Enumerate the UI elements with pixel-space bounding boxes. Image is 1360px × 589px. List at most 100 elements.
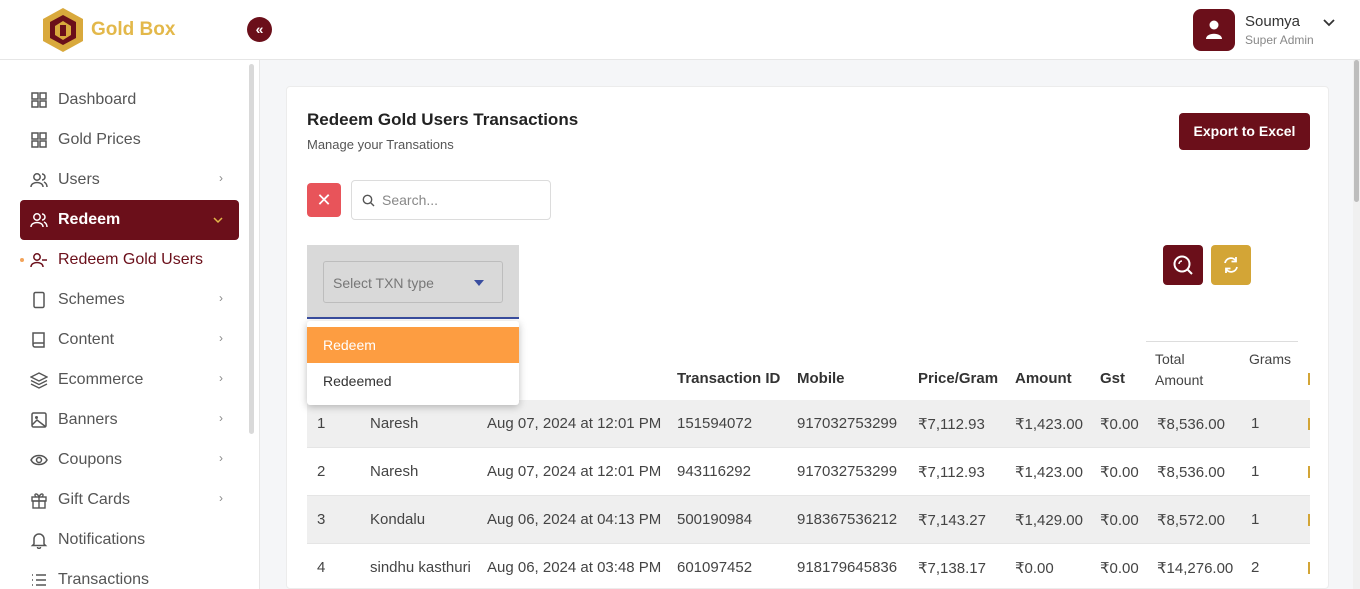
cell-mobile: 917032753299	[797, 463, 898, 480]
sidebar-item-gift-cards[interactable]: Gift Cards ›	[20, 480, 239, 520]
chevron-right-icon: ›	[219, 171, 223, 185]
users-icon	[30, 213, 48, 228]
cell-date: Aug 07, 2024 at 12:01 PM	[487, 463, 662, 480]
gold-box-logo	[43, 8, 83, 52]
sidebar-item-label: Content	[58, 331, 115, 348]
row-action-marker[interactable]	[1308, 418, 1310, 430]
row-action-marker[interactable]	[1308, 514, 1310, 526]
column-edge-marker	[1308, 373, 1310, 385]
col-header-transaction-id: Transaction ID	[677, 370, 781, 387]
cell-transaction-id: 943116292	[677, 463, 751, 480]
gift-icon	[31, 493, 47, 509]
chevron-right-icon: ›	[219, 491, 223, 505]
refresh-button[interactable]	[1211, 245, 1251, 285]
col-header-price-per-gram: Price/Gram	[918, 370, 999, 387]
cell-amount: ₹1,423.00	[1015, 464, 1083, 481]
table-row[interactable]: 1 Naresh Aug 07, 2024 at 12:01 PM 151594…	[307, 400, 1310, 448]
col-header-gst: Gst	[1100, 370, 1126, 387]
cell-total: ₹14,276.00	[1157, 560, 1234, 577]
chevron-right-icon: ›	[219, 331, 223, 345]
sidebar-item-transactions[interactable]: Transactions	[20, 560, 239, 589]
sidebar: Dashboard Gold Prices Users › Redeem Red…	[0, 60, 260, 589]
cell-date: Aug 06, 2024 at 03:48 PM	[487, 559, 662, 576]
cell-name: sindhu kasthuri	[370, 559, 471, 576]
cell-amount: ₹1,429.00	[1015, 512, 1083, 529]
sidebar-item-gold-prices[interactable]: Gold Prices	[20, 120, 239, 160]
grid-icon	[31, 92, 47, 108]
dropdown-option-redeemed[interactable]: Redeemed	[307, 363, 519, 399]
cell-no: 2	[317, 463, 326, 480]
image-icon	[31, 412, 47, 428]
main-scrollbar-thumb[interactable]	[1354, 60, 1359, 202]
row-action-marker[interactable]	[1308, 562, 1310, 574]
sidebar-item-label: Redeem	[58, 211, 121, 228]
sidebar-item-schemes[interactable]: Schemes ›	[20, 280, 239, 320]
sidebar-item-label: Gold Prices	[58, 131, 141, 148]
sidebar-item-label: Ecommerce	[58, 371, 144, 388]
users-icon	[30, 173, 48, 188]
cell-price: ₹7,112.93	[918, 416, 985, 433]
cell-name: Naresh	[370, 463, 419, 480]
grid-icon	[31, 132, 47, 148]
table-row[interactable]: 3 Kondalu Aug 06, 2024 at 04:13 PM 50019…	[307, 496, 1310, 544]
sidebar-item-label: Redeem Gold Users	[58, 251, 203, 268]
sidebar-collapse-button[interactable]: «	[247, 17, 272, 42]
cell-gst: ₹0.00	[1100, 560, 1139, 577]
chevron-right-icon: ›	[219, 371, 223, 385]
sidebar-item-label: Transactions	[58, 571, 149, 588]
cell-transaction-id: 500190984	[677, 511, 753, 528]
sidebar-scrollbar[interactable]	[249, 64, 254, 434]
cell-gst: ₹0.00	[1100, 512, 1139, 529]
sidebar-item-label: Dashboard	[58, 91, 137, 108]
sidebar-item-label: Schemes	[58, 291, 125, 308]
search-input[interactable]	[382, 190, 542, 210]
search-field[interactable]	[351, 180, 551, 220]
refresh-icon	[1224, 257, 1238, 273]
sidebar-item-ecommerce[interactable]: Ecommerce ›	[20, 360, 239, 400]
cell-total: ₹8,536.00	[1157, 464, 1225, 481]
avatar[interactable]	[1193, 9, 1235, 51]
cell-name: Kondalu	[370, 511, 426, 528]
sidebar-item-users[interactable]: Users ›	[20, 160, 239, 200]
user-minus-icon	[30, 253, 47, 268]
user-icon	[1206, 20, 1222, 39]
cell-mobile: 918179645836	[797, 559, 898, 576]
sidebar-item-dashboard[interactable]: Dashboard	[20, 80, 239, 120]
sidebar-item-redeem[interactable]: Redeem	[20, 200, 239, 240]
cell-amount: ₹1,423.00	[1015, 416, 1083, 433]
sidebar-item-content[interactable]: Content ›	[20, 320, 239, 360]
export-to-excel-button[interactable]: Export to Excel	[1179, 113, 1310, 150]
col-header-grams: Grams	[1249, 351, 1291, 367]
row-action-marker[interactable]	[1308, 466, 1310, 478]
cell-grams: 1	[1251, 463, 1260, 480]
sidebar-item-label: Notifications	[58, 531, 146, 548]
eye-icon	[30, 454, 48, 466]
txn-type-select[interactable]: Select TXN type	[323, 261, 503, 303]
sidebar-item-banners[interactable]: Banners ›	[20, 400, 239, 440]
table-row[interactable]: 2 Naresh Aug 07, 2024 at 12:01 PM 943116…	[307, 448, 1310, 496]
layers-icon	[30, 372, 48, 389]
cell-grams: 1	[1251, 415, 1260, 432]
book-icon	[32, 332, 45, 348]
select-label: Select TXN type	[333, 275, 434, 291]
dropdown-option-redeem[interactable]: Redeem	[307, 327, 519, 363]
chevron-right-icon: ›	[219, 411, 223, 425]
header-divider	[1146, 341, 1298, 342]
sidebar-item-redeem-gold-users[interactable]: Redeem Gold Users	[20, 240, 239, 280]
cell-gst: ₹0.00	[1100, 464, 1139, 481]
table-row[interactable]: 4 sindhu kasthuri Aug 06, 2024 at 03:48 …	[307, 544, 1310, 588]
cell-price: ₹7,138.17	[918, 560, 986, 577]
sidebar-item-notifications[interactable]: Notifications	[20, 520, 239, 560]
cell-date: Aug 06, 2024 at 04:13 PM	[487, 511, 662, 528]
chevron-down-icon[interactable]	[1322, 16, 1336, 30]
clear-search-button[interactable]: ✕	[307, 183, 341, 217]
search-filter-button[interactable]	[1163, 245, 1203, 285]
phone-icon	[33, 291, 45, 309]
user-name[interactable]: Soumya	[1245, 13, 1300, 30]
col-header-mobile: Mobile	[797, 370, 845, 387]
sidebar-item-label: Users	[58, 171, 100, 188]
chevron-down-icon	[213, 217, 223, 224]
sidebar-item-label: Gift Cards	[58, 491, 131, 508]
cell-no: 4	[317, 559, 326, 576]
sidebar-item-coupons[interactable]: Coupons ›	[20, 440, 239, 480]
